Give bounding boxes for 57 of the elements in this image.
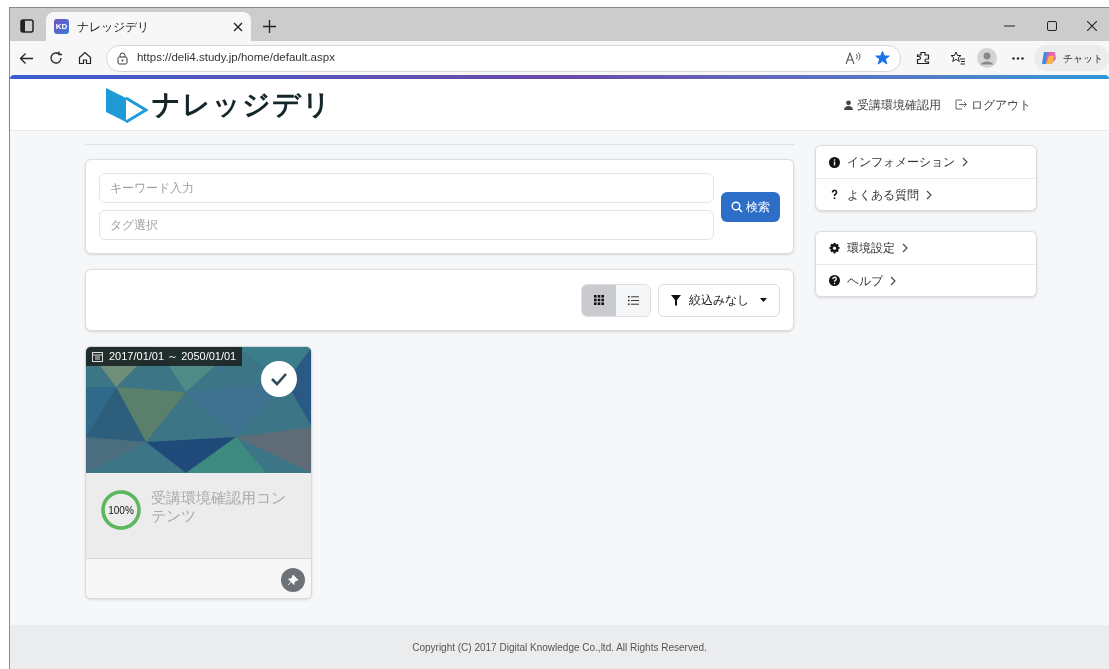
chevron-right-icon [926, 189, 932, 200]
calendar-icon [92, 351, 103, 362]
search-button[interactable]: 検索 [721, 191, 780, 222]
logout-icon[interactable] [955, 99, 968, 110]
favorites-icon[interactable] [950, 51, 967, 65]
reload-icon[interactable] [49, 51, 63, 65]
extensions-icon[interactable] [916, 51, 931, 65]
settings-icon [829, 242, 840, 254]
menu-link[interactable]: ヘルプ [816, 264, 1036, 296]
chevron-right-icon [962, 157, 968, 167]
pin-icon [288, 575, 298, 585]
close-icon[interactable] [1087, 21, 1097, 31]
progress-percent: 100% [107, 503, 135, 518]
chat-button[interactable]: チャット [1034, 45, 1109, 71]
favorite-star-icon[interactable] [875, 51, 891, 65]
search-icon [731, 200, 743, 213]
list-view-button[interactable] [616, 284, 650, 316]
menu-link[interactable]: よくある質問 [816, 178, 1036, 210]
period-label: 2017/01/01 ～ 2050/01/01 [86, 347, 243, 366]
list-view-icon [627, 295, 639, 305]
more-icon[interactable] [1012, 56, 1024, 60]
filter-icon [671, 294, 681, 306]
course-card[interactable]: 2017/01/01 ～ 2050/01/01 100% 受講環境確認用コンテンツ [85, 346, 312, 599]
filter-dropdown[interactable]: 絞込みなし [658, 283, 780, 317]
address-bar[interactable]: https://deli4.study.jp/home/default.aspx [105, 44, 902, 72]
logo-mark-icon [104, 85, 148, 124]
home-icon[interactable] [77, 51, 92, 65]
maximize-icon[interactable] [1047, 21, 1057, 31]
grid-view-icon [594, 295, 604, 305]
menu-link[interactable]: インフォメーション [816, 146, 1036, 178]
help-icon [829, 275, 840, 286]
question-icon [829, 189, 840, 200]
info-icon [829, 156, 840, 168]
tag-select-input[interactable]: タグ選択 [99, 210, 714, 240]
menu-link[interactable]: 環境設定 [816, 232, 1036, 264]
logout-link[interactable]: ログアウト [971, 95, 1031, 114]
new-tab-icon[interactable] [263, 20, 276, 33]
copyright-text: Copyright (C) 2017 Digital Knowledge Co.,ltd. All Rights Reserved. [412, 640, 707, 655]
url-text: https://deli4.study.jp/home/default.aspx [136, 50, 336, 66]
logo[interactable]: ナレッジデリ [104, 83, 332, 126]
favicon-icon: KD [54, 19, 69, 34]
chevron-right-icon [890, 275, 896, 286]
grid-view-button[interactable] [582, 284, 616, 316]
back-icon[interactable] [19, 51, 34, 65]
tab-title: ナレッジデリ [77, 18, 150, 36]
read-aloud-icon[interactable] [845, 51, 862, 65]
browser-tab[interactable]: KD ナレッジデリ [46, 12, 251, 41]
user-name[interactable]: 受講環境確認用 [857, 95, 941, 114]
profile-avatar-icon[interactable] [977, 48, 998, 68]
caret-icon [760, 298, 767, 302]
pin-button[interactable] [281, 568, 305, 592]
tab-actions-icon[interactable] [20, 19, 34, 33]
user-icon [844, 99, 853, 110]
chevron-right-icon [902, 243, 908, 253]
keyword-input[interactable]: キーワード入力 [99, 173, 714, 203]
close-icon[interactable] [233, 21, 243, 32]
lock-icon [116, 51, 128, 65]
